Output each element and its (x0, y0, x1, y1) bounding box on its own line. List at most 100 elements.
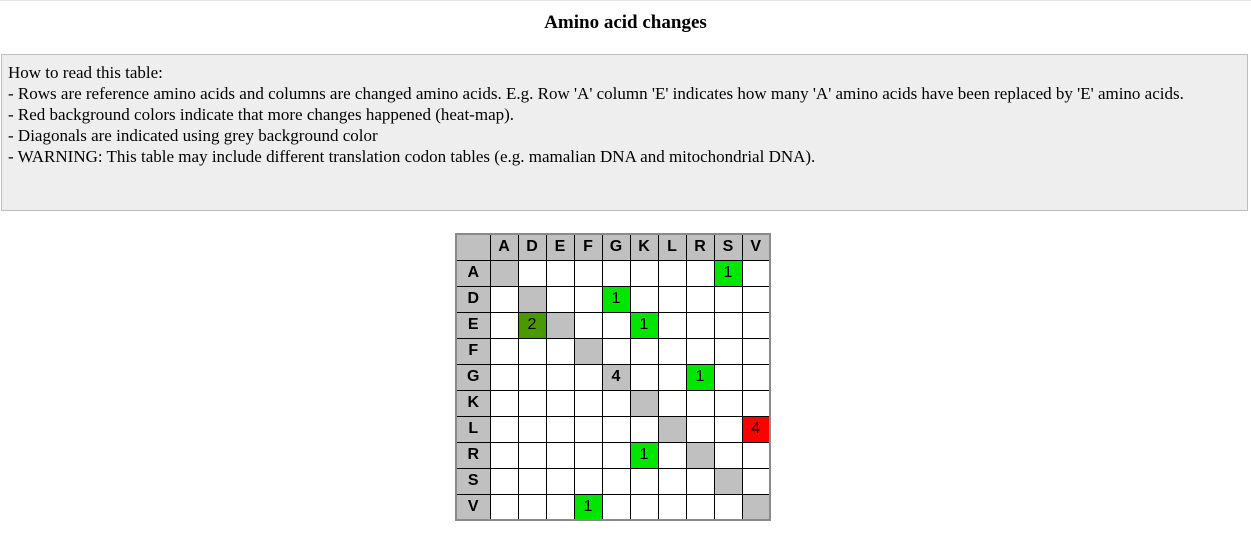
matrix-cell (713, 415, 743, 443)
matrix-cell (685, 493, 715, 521)
matrix-cell (545, 441, 575, 469)
matrix-cell (573, 311, 603, 339)
matrix-cell (601, 259, 631, 287)
matrix-cell (657, 337, 687, 365)
matrix-cell: 2 (517, 311, 547, 339)
matrix-cell (601, 441, 631, 469)
column-header: A (489, 233, 519, 261)
matrix-cell (657, 285, 687, 313)
matrix-cell (517, 337, 547, 365)
matrix-cell (629, 337, 659, 365)
help-box: How to read this table: - Rows are refer… (1, 54, 1248, 211)
matrix-cell (741, 363, 771, 391)
column-header: V (741, 233, 771, 261)
matrix-cell (573, 441, 603, 469)
matrix-cell (713, 285, 743, 313)
matrix-cell (517, 493, 547, 521)
matrix-row: R1 (455, 441, 771, 469)
matrix-cell (545, 285, 575, 313)
matrix-cell (741, 389, 771, 417)
matrix-cell (489, 467, 519, 495)
matrix-cell (657, 311, 687, 339)
matrix-cell (545, 363, 575, 391)
matrix-cell (517, 363, 547, 391)
matrix-cell: 1 (573, 493, 603, 521)
row-header: G (455, 363, 491, 391)
matrix-cell (517, 259, 547, 287)
matrix-cell (601, 467, 631, 495)
matrix-cell: 1 (713, 259, 743, 287)
matrix-row: A1 (455, 259, 771, 287)
matrix-cell (685, 311, 715, 339)
column-header: F (573, 233, 603, 261)
matrix-cell (517, 389, 547, 417)
matrix-cell (489, 389, 519, 417)
matrix-cell (657, 389, 687, 417)
matrix-cell (741, 311, 771, 339)
matrix-cell (489, 441, 519, 469)
matrix-cell (517, 467, 547, 495)
amino-acid-matrix: ADEFGKLRSVA1D1E21FG41KL4R1SV1 (455, 233, 771, 521)
matrix-cell (573, 337, 603, 365)
row-header: S (455, 467, 491, 495)
matrix-cell (713, 337, 743, 365)
matrix-cell (629, 415, 659, 443)
matrix-cell (517, 415, 547, 443)
column-header: D (517, 233, 547, 261)
matrix-cell (489, 337, 519, 365)
matrix-cell (601, 493, 631, 521)
matrix-cell (629, 493, 659, 521)
help-line: - Red background colors indicate that mo… (8, 105, 515, 124)
matrix-row: K (455, 389, 771, 417)
matrix-cell (545, 311, 575, 339)
row-header: D (455, 285, 491, 313)
matrix-cell (573, 467, 603, 495)
column-header: R (685, 233, 715, 261)
matrix-cell (741, 337, 771, 365)
matrix-cell (657, 415, 687, 443)
matrix-cell (629, 285, 659, 313)
matrix-cell (741, 285, 771, 313)
matrix-cell (741, 467, 771, 495)
matrix-cell (713, 493, 743, 521)
help-line: - Rows are reference amino acids and col… (8, 84, 1184, 103)
matrix-cell (601, 337, 631, 365)
matrix-cell (489, 493, 519, 521)
matrix-cell (489, 311, 519, 339)
matrix-cell (489, 259, 519, 287)
matrix-cell (685, 441, 715, 469)
matrix-cell (685, 259, 715, 287)
help-heading: How to read this table: (8, 63, 163, 82)
row-header: A (455, 259, 491, 287)
row-header: L (455, 415, 491, 443)
matrix-cell (685, 467, 715, 495)
matrix-cell (657, 493, 687, 521)
row-header: F (455, 337, 491, 365)
matrix-cell (713, 441, 743, 469)
matrix-header-row: ADEFGKLRSV (455, 233, 771, 261)
page-title: Amino acid changes (544, 12, 707, 33)
matrix-cell (573, 415, 603, 443)
matrix-cell (545, 493, 575, 521)
matrix-row: S (455, 467, 771, 495)
matrix-cell (713, 389, 743, 417)
matrix-cell: 1 (629, 441, 659, 469)
matrix-cell: 4 (741, 415, 771, 443)
column-header: E (545, 233, 575, 261)
matrix-cell (489, 415, 519, 443)
row-header: E (455, 311, 491, 339)
matrix-row: D1 (455, 285, 771, 313)
matrix-cell (685, 415, 715, 443)
column-header: S (713, 233, 743, 261)
column-header: K (629, 233, 659, 261)
matrix-cell (545, 467, 575, 495)
matrix-cell: 1 (685, 363, 715, 391)
matrix-cell (517, 441, 547, 469)
matrix-cell (489, 285, 519, 313)
matrix-cell (713, 363, 743, 391)
matrix-cell (517, 285, 547, 313)
help-line: - WARNING: This table may include differ… (8, 147, 816, 166)
matrix-cell (545, 337, 575, 365)
matrix-cell (713, 467, 743, 495)
matrix-row: E2 1 (455, 311, 771, 339)
